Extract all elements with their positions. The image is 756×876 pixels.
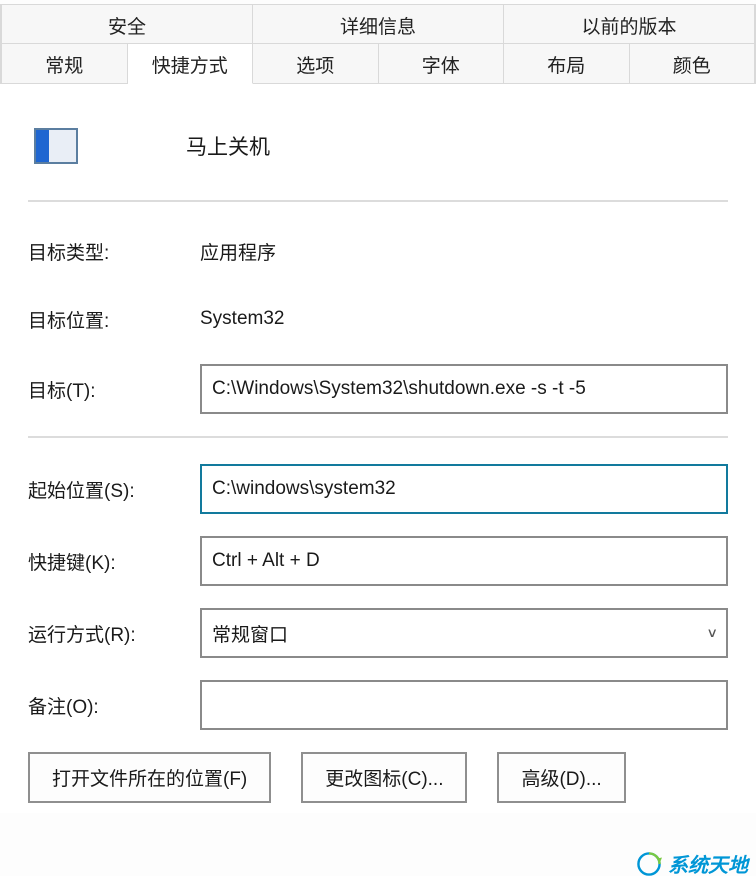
tab-options[interactable]: 选项 <box>253 44 379 84</box>
label-target-location: 目标位置: <box>28 306 200 333</box>
properties-dialog: 安全 详细信息 以前的版本 常规 快捷方式 选项 字体 布局 颜色 马上关机 目… <box>0 4 756 876</box>
tab-content-shortcut: 马上关机 目标类型: 应用程序 目标位置: System32 目标(T): 起始… <box>0 84 756 813</box>
start-in-input[interactable] <box>200 464 728 514</box>
comment-input[interactable] <box>200 680 728 730</box>
button-row: 打开文件所在的位置(F) 更改图标(C)... 高级(D)... <box>28 752 728 803</box>
shortcut-key-input[interactable] <box>200 536 728 586</box>
change-icon-button[interactable]: 更改图标(C)... <box>301 752 467 803</box>
tab-security[interactable]: 安全 <box>1 4 253 44</box>
watermark: 系统天地 <box>636 849 748 876</box>
tab-previous-versions[interactable]: 以前的版本 <box>504 4 755 44</box>
run-select[interactable]: 常规窗口 ∨ <box>200 608 728 658</box>
row-run: 运行方式(R): 常规窗口 ∨ <box>28 608 728 658</box>
label-start-in: 起始位置(S): <box>28 476 200 503</box>
tab-general[interactable]: 常规 <box>1 44 128 84</box>
tab-shortcut[interactable]: 快捷方式 <box>128 44 254 84</box>
row-comment: 备注(O): <box>28 680 728 730</box>
value-target-type: 应用程序 <box>200 238 276 265</box>
divider-2 <box>28 436 728 438</box>
target-input[interactable] <box>200 364 728 414</box>
tab-details[interactable]: 详细信息 <box>253 4 504 44</box>
label-target-type: 目标类型: <box>28 238 200 265</box>
shortcut-title: 马上关机 <box>186 131 270 161</box>
run-select-value: 常规窗口 <box>212 620 288 647</box>
tab-row-lower: 常规 快捷方式 选项 字体 布局 颜色 <box>0 44 756 84</box>
row-target-type: 目标类型: 应用程序 <box>28 228 728 274</box>
shortcut-header: 马上关机 <box>28 108 728 200</box>
value-target-location: System32 <box>200 308 284 330</box>
row-target-location: 目标位置: System32 <box>28 296 728 342</box>
row-target: 目标(T): <box>28 364 728 414</box>
tab-font[interactable]: 字体 <box>379 44 505 84</box>
tab-layout[interactable]: 布局 <box>504 44 630 84</box>
shortcut-form: 目标类型: 应用程序 目标位置: System32 目标(T): 起始位置(S)… <box>28 202 728 803</box>
label-comment: 备注(O): <box>28 692 200 719</box>
row-start-in: 起始位置(S): <box>28 464 728 514</box>
label-shortcut-key: 快捷键(K): <box>28 548 200 575</box>
app-icon <box>34 128 78 164</box>
label-target: 目标(T): <box>28 376 200 403</box>
tab-color[interactable]: 颜色 <box>630 44 756 84</box>
open-file-location-button[interactable]: 打开文件所在的位置(F) <box>28 752 271 803</box>
row-shortcut-key: 快捷键(K): <box>28 536 728 586</box>
chevron-down-icon: ∨ <box>706 625 718 641</box>
watermark-text: 系统天地 <box>668 849 748 876</box>
globe-arrow-icon <box>636 851 662 876</box>
label-run: 运行方式(R): <box>28 620 200 647</box>
advanced-button[interactable]: 高级(D)... <box>497 752 625 803</box>
tab-row-upper: 安全 详细信息 以前的版本 <box>0 4 756 44</box>
